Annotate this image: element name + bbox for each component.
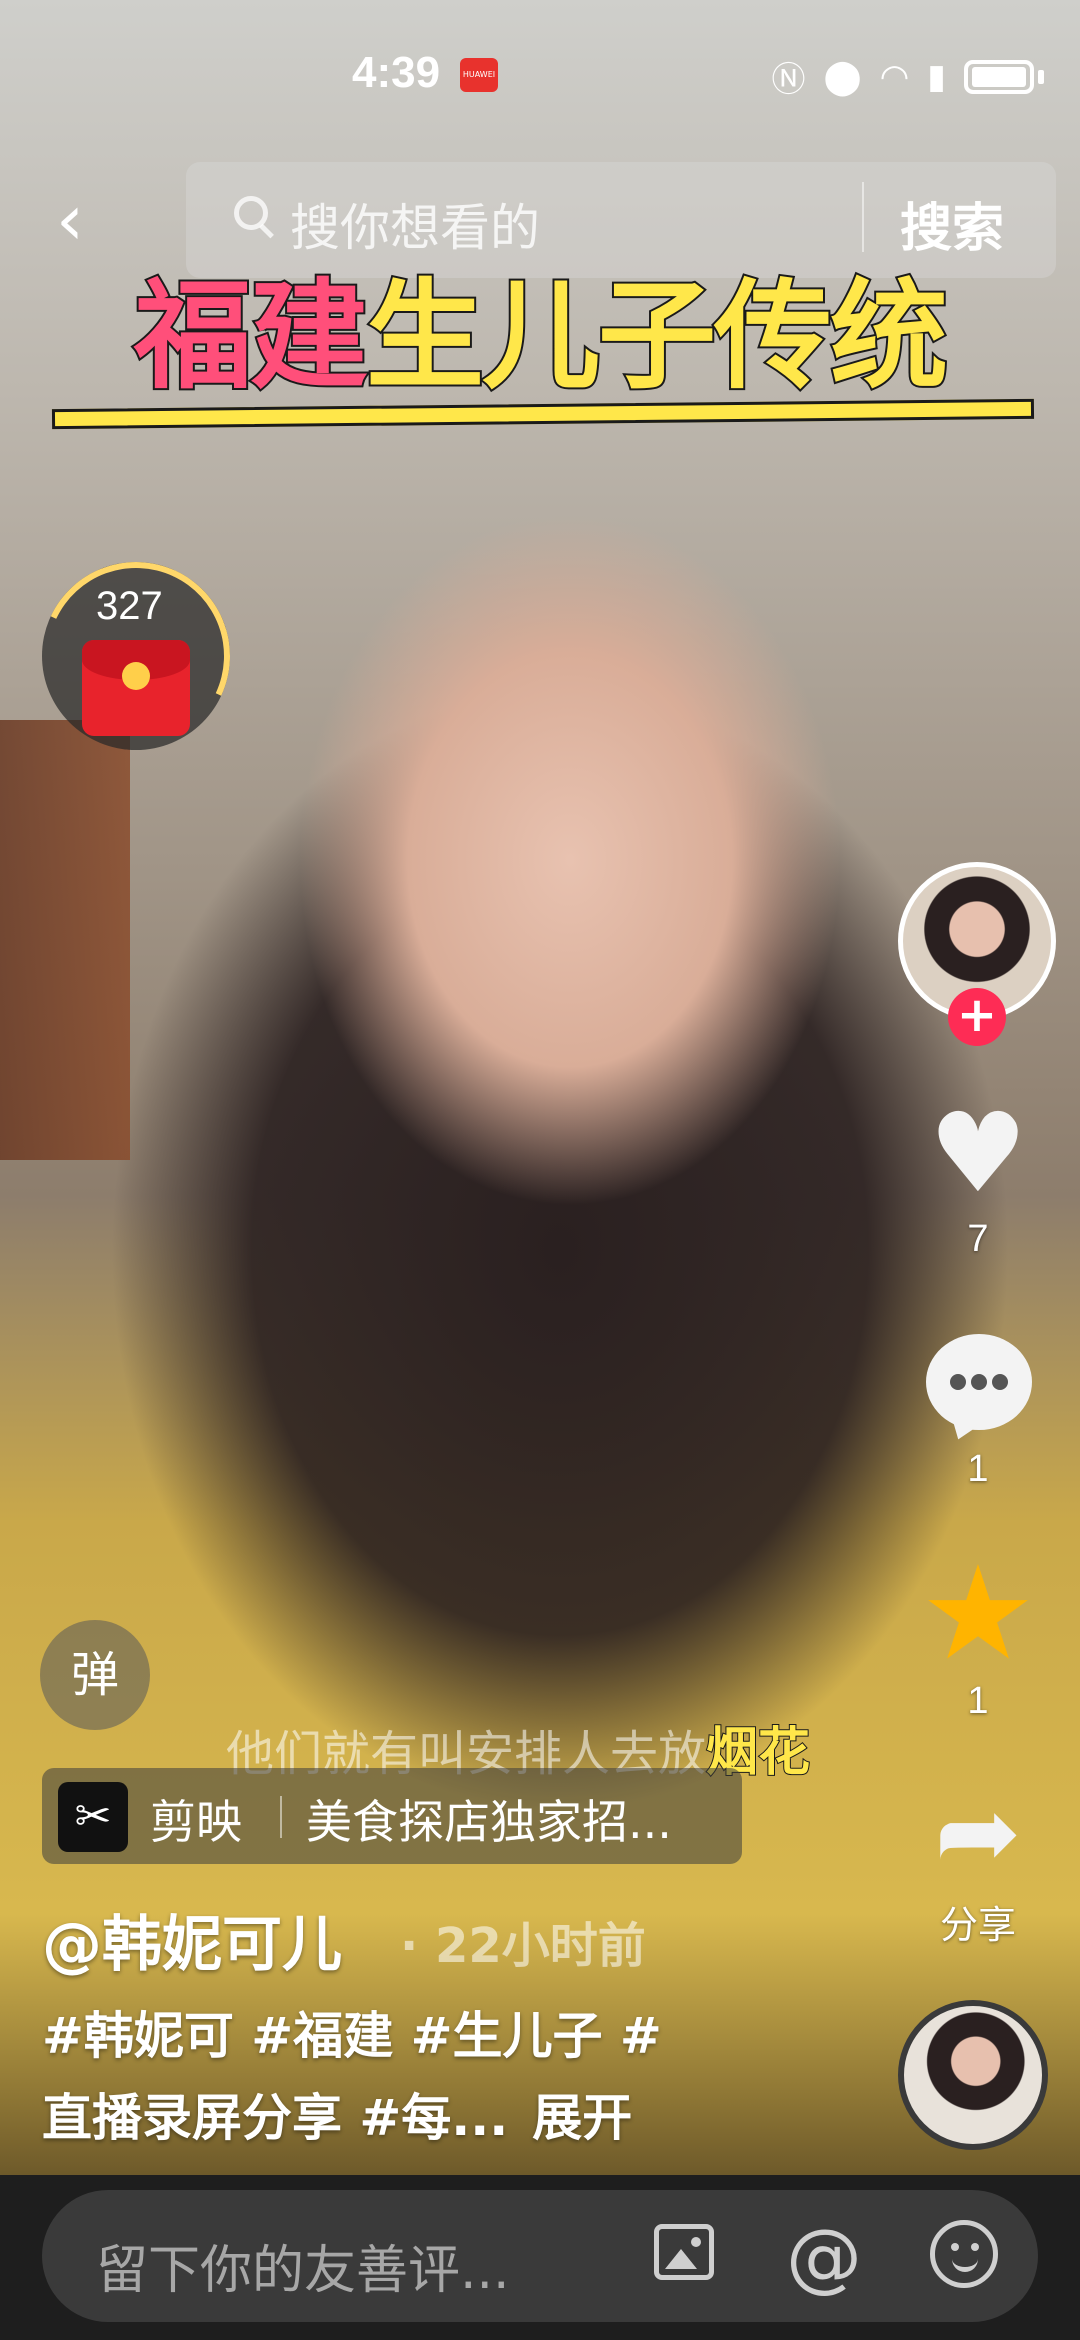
caption-line2[interactable]: 直播录屏分享 #每... 展开	[42, 2078, 632, 2150]
battery-nub	[1038, 69, 1044, 84]
star-icon[interactable]: ★	[916, 1548, 1040, 1678]
music-disc-avatar[interactable]	[898, 2000, 1048, 2150]
background-shelf	[0, 720, 130, 1160]
capcut-divider	[280, 1796, 282, 1838]
video-title: 福建生儿子传统	[60, 240, 1020, 407]
capcut-app-name: 剪映	[150, 1795, 242, 1849]
status-icons: Ⓝ ⬤ ◠ ▮	[772, 52, 1044, 101]
favorite-count: 1	[967, 1680, 989, 1722]
capcut-promo-text: 美食探店独家招...	[306, 1795, 672, 1849]
caption-line1[interactable]: #韩妮可 #福建 #生儿子 #	[42, 1996, 662, 2068]
post-time: · 22小时前	[400, 1918, 646, 1974]
red-packet-count: 327	[96, 584, 163, 628]
comment-dot	[971, 1374, 987, 1390]
comment-count: 1	[967, 1448, 989, 1490]
video-title-part1: 福建	[132, 265, 370, 407]
wifi-icon: ◠	[879, 56, 910, 97]
comment-icon[interactable]	[926, 1334, 1032, 1430]
emoji-icon[interactable]	[930, 2220, 998, 2288]
follow-button[interactable]: +	[948, 988, 1006, 1046]
alert-icon: ▮	[927, 56, 946, 97]
share-label: 分享	[939, 1903, 1016, 1947]
location-icon: ⬤	[823, 56, 862, 97]
capcut-logo-icon: ✂	[58, 1782, 128, 1852]
danmu-button[interactable]: 弹	[40, 1620, 150, 1730]
red-packet-icon[interactable]	[82, 640, 190, 736]
nfc-icon: Ⓝ	[771, 60, 806, 100]
huawei-badge-icon: HUAWEI	[460, 58, 498, 92]
comment-placeholder[interactable]: 留下你的友善评...	[96, 2228, 510, 2303]
author-name[interactable]: @韩妮可儿	[42, 1896, 342, 1983]
video-screen[interactable]: 4:39 HUAWEI Ⓝ ⬤ ◠ ▮ ‹ 搜你想看的 搜索 福建生儿子传统 3…	[0, 0, 1080, 2340]
image-icon[interactable]	[654, 2224, 714, 2280]
status-time: 4:39	[352, 48, 441, 97]
mention-icon[interactable]: @	[786, 2212, 862, 2301]
battery-icon	[964, 59, 1034, 94]
comment-dot	[950, 1374, 966, 1390]
search-icon	[234, 196, 268, 230]
caption-line2-text[interactable]: 直播录屏分享 #每...	[42, 2089, 508, 2147]
video-title-part2: 生儿子传统	[364, 265, 950, 407]
expand-link[interactable]: 展开	[532, 2089, 632, 2147]
share-icon[interactable]: ➦	[920, 1780, 1036, 1884]
comment-dot	[992, 1374, 1008, 1390]
like-count: 7	[967, 1218, 989, 1260]
heart-icon[interactable]: ♥	[922, 1098, 1034, 1208]
